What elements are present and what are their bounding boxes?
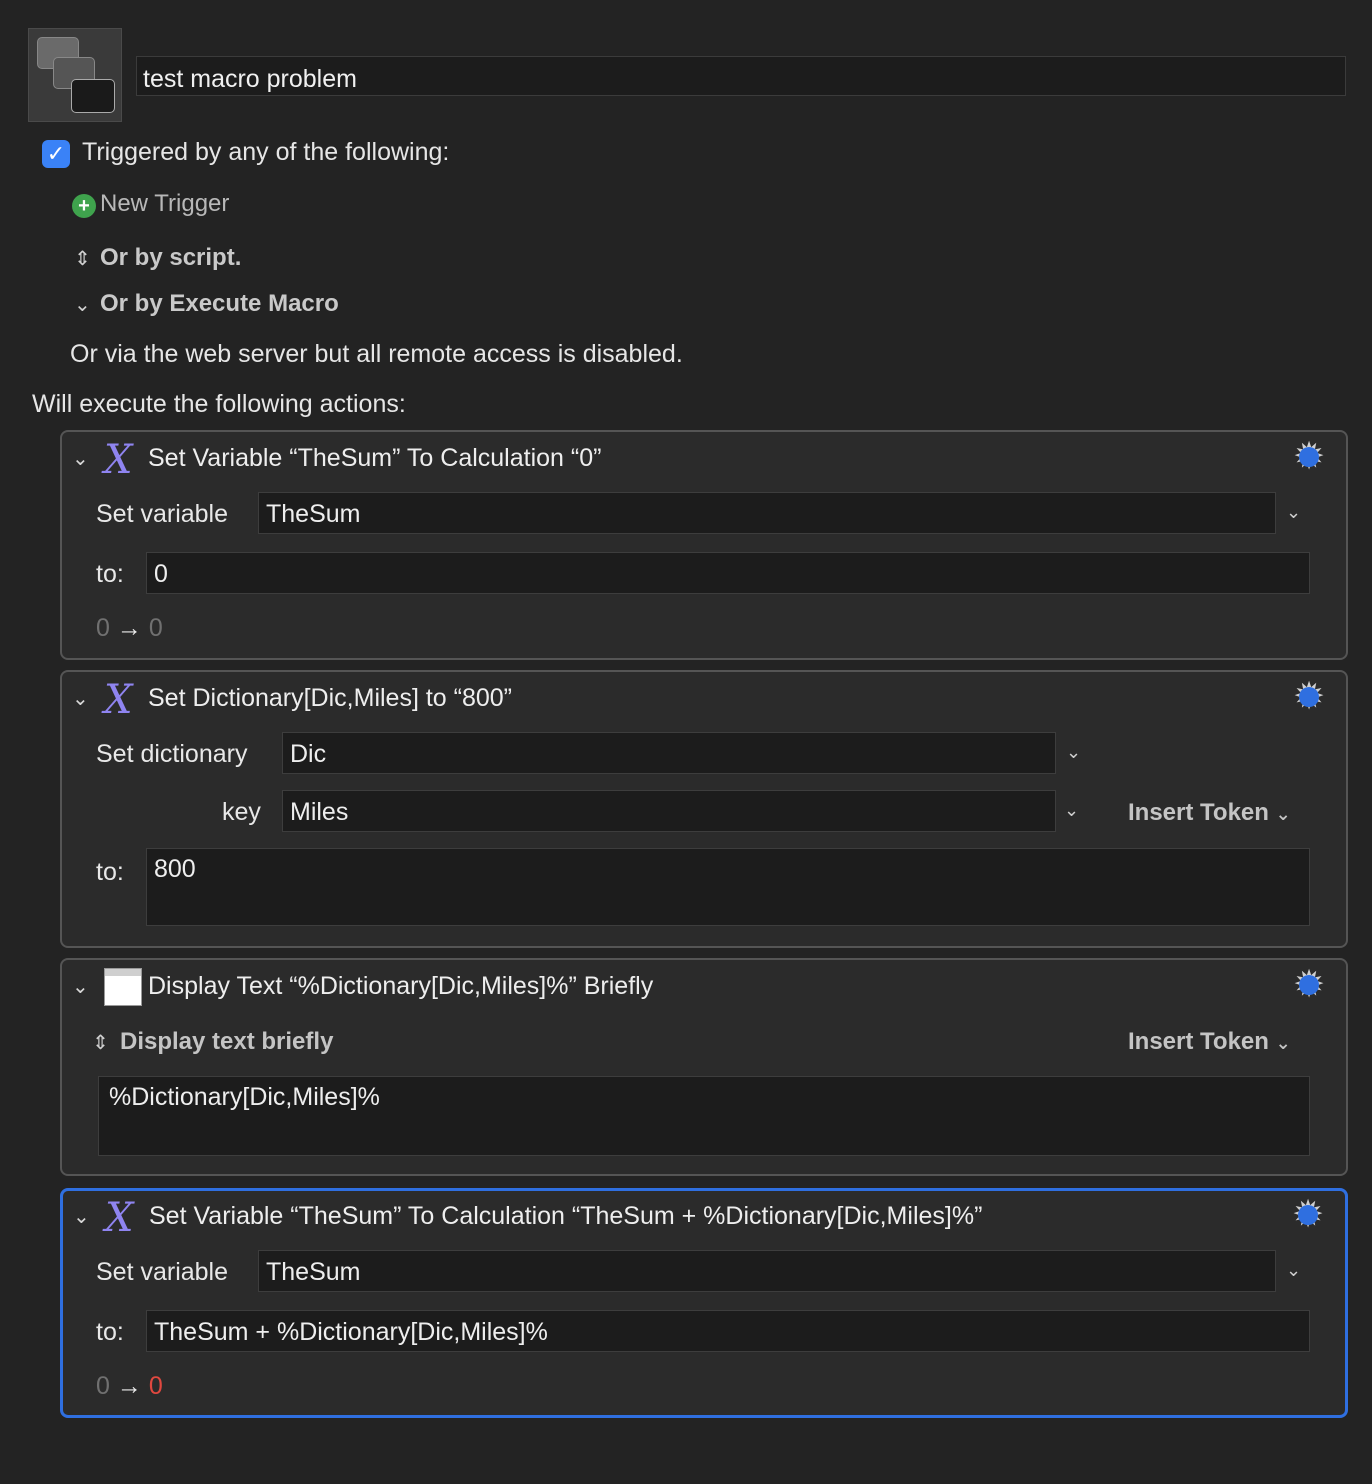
action-card-set-variable-1[interactable]: ⌄ X Set Variable “TheSum” To Calculation… [60, 430, 1348, 660]
action-card-set-dictionary[interactable]: ⌄ X Set Dictionary[Dic,Miles] to “800” ✹… [60, 670, 1348, 948]
chevron-down-icon[interactable]: ⌄ [1286, 1260, 1301, 1281]
new-trigger-button[interactable]: New Trigger [100, 190, 229, 218]
set-dictionary-label: Set dictionary [96, 740, 248, 768]
updown-chevron-icon[interactable]: ⇕ [74, 246, 91, 271]
chevron-down-icon[interactable]: ⌄ [1286, 502, 1301, 523]
key-field[interactable]: Miles [282, 790, 1056, 832]
set-variable-label: Set variable [96, 1258, 229, 1286]
variable-name-field[interactable]: TheSum [258, 492, 1276, 534]
calculation-field[interactable]: TheSum + %Dictionary[Dic,Miles]% [146, 1310, 1310, 1352]
collapse-chevron-icon[interactable]: ⌄ [72, 686, 89, 711]
to-label: to: [96, 560, 124, 588]
collapse-chevron-icon[interactable]: ⌄ [72, 974, 89, 999]
triggered-label: Triggered by any of the following: [82, 138, 450, 166]
gear-icon[interactable]: ✹ [1289, 1196, 1327, 1234]
macro-name-field[interactable]: test macro problem [136, 56, 1346, 96]
web-server-note: Or via the web server but all remote acc… [70, 340, 683, 368]
set-variable-label: Set variable [96, 500, 229, 528]
variable-name-field[interactable]: TheSum [258, 1250, 1276, 1292]
calculation-result: 0 → 0 [96, 614, 163, 642]
collapse-chevron-icon[interactable]: ⌄ [73, 1204, 90, 1229]
display-mode-menu[interactable]: Display text briefly [120, 1028, 333, 1056]
action-card-set-variable-2[interactable]: ⌄ X Set Variable “TheSum” To Calculation… [60, 1188, 1348, 1418]
or-by-execute-macro-toggle[interactable]: Or by Execute Macro [100, 290, 339, 318]
variable-x-icon: X [104, 677, 133, 723]
or-by-script-toggle[interactable]: Or by script. [100, 244, 241, 272]
gear-icon[interactable]: ✹ [1290, 966, 1328, 1004]
collapse-chevron-icon[interactable]: ⌄ [72, 446, 89, 471]
dictionary-name-field[interactable]: Dic [282, 732, 1056, 774]
gear-icon[interactable]: ✹ [1290, 438, 1328, 476]
key-label: key [222, 798, 261, 826]
gear-icon[interactable]: ✹ [1290, 678, 1328, 716]
insert-token-menu[interactable]: Insert Token ⌄ [1128, 1028, 1291, 1056]
display-text-icon [104, 968, 142, 1006]
action-title[interactable]: Set Variable “TheSum” To Calculation “0” [148, 444, 601, 473]
chevron-down-icon[interactable]: ⌄ [74, 292, 91, 317]
will-execute-heading: Will execute the following actions: [32, 390, 406, 418]
calculation-result: 0 → 0 [96, 1372, 163, 1400]
to-label: to: [96, 858, 124, 886]
variable-x-icon: X [104, 437, 133, 483]
action-card-display-text[interactable]: ⌄ Display Text “%Dictionary[Dic,Miles]%”… [60, 958, 1348, 1176]
calculation-field[interactable]: 0 [146, 552, 1310, 594]
plus-circle-icon[interactable]: + [72, 194, 96, 218]
variable-x-icon: X [105, 1195, 134, 1241]
chevron-down-icon[interactable]: ⌄ [1066, 742, 1081, 763]
chevron-down-icon[interactable]: ⌄ [1064, 800, 1079, 821]
display-text-field[interactable]: %Dictionary[Dic,Miles]% [98, 1076, 1310, 1156]
triggered-checkbox[interactable]: ✓ [42, 140, 70, 168]
dictionary-value-field[interactable]: 800 [146, 848, 1310, 926]
insert-token-menu[interactable]: Insert Token ⌄ [1128, 799, 1291, 827]
action-title[interactable]: Display Text “%Dictionary[Dic,Miles]%” B… [148, 972, 653, 1001]
macro-icon[interactable] [28, 28, 122, 122]
to-label: to: [96, 1318, 124, 1346]
action-title[interactable]: Set Dictionary[Dic,Miles] to “800” [148, 684, 512, 713]
updown-chevron-icon[interactable]: ⇕ [92, 1030, 109, 1055]
action-title[interactable]: Set Variable “TheSum” To Calculation “Th… [149, 1202, 982, 1231]
